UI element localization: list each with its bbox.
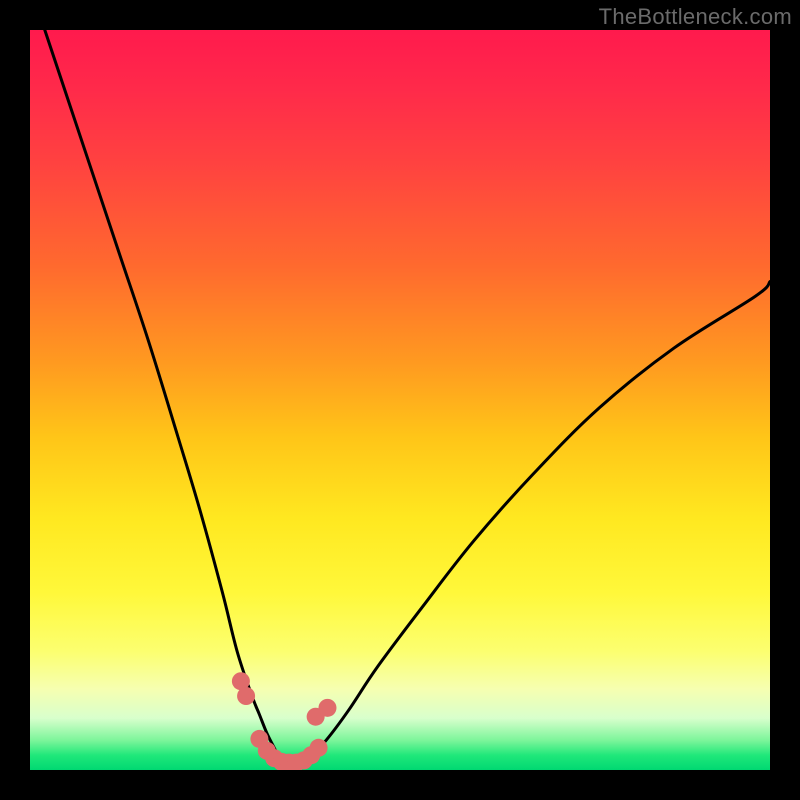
curve-right-curve [304, 282, 770, 763]
watermark-text: TheBottleneck.com [599, 4, 792, 30]
curve-left-curve [45, 30, 282, 763]
chart-frame: TheBottleneck.com [0, 0, 800, 800]
data-marker [310, 739, 328, 757]
data-marker [237, 687, 255, 705]
data-marker [318, 699, 336, 717]
curve-layer [30, 30, 770, 770]
plot-area [30, 30, 770, 770]
